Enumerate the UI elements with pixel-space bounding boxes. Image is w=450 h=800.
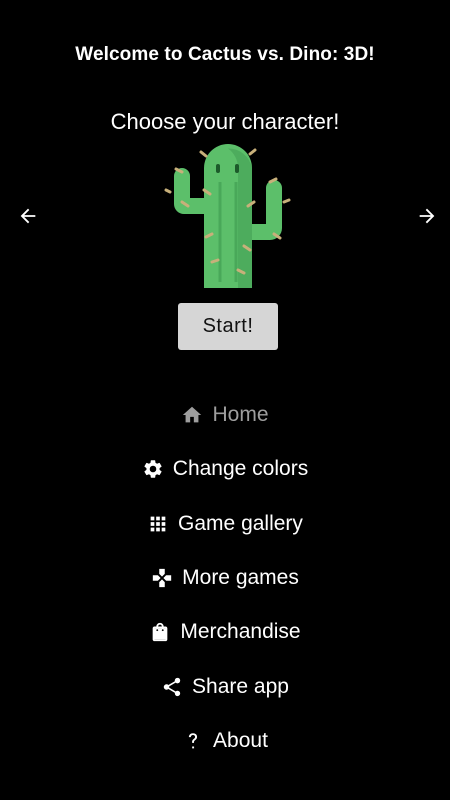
menu-item-more-games[interactable]: More games [0,551,450,605]
arrow-right-icon [419,208,435,224]
menu-label-more-games: More games [182,566,299,590]
menu-label-share-app: Share app [192,674,289,698]
grid-icon [147,513,169,535]
choose-character-label: Choose your character! [110,109,340,134]
prev-character-button[interactable] [12,200,44,232]
menu-label-home: Home [212,403,269,427]
gear-icon [142,458,164,480]
menu-item-change-colors[interactable]: Change colors [0,442,450,496]
cactus-character[interactable] [158,142,298,290]
home-icon [181,404,203,426]
menu-item-game-gallery[interactable]: Game gallery [0,497,450,551]
next-character-button[interactable] [411,200,443,232]
menu-label-about: About [213,728,268,752]
menu-item-about[interactable]: About [0,714,450,768]
gamepad-icon [151,567,173,589]
shopping-bag-icon [149,621,171,643]
question-icon [182,730,204,752]
menu-label-change-colors: Change colors [172,457,309,481]
menu-item-merchandise[interactable]: Merchandise [0,605,450,659]
menu-item-home[interactable]: Home [0,388,450,442]
page-title: Welcome to Cactus vs. Dino: 3D! [75,44,375,65]
start-button[interactable]: Start! [178,303,278,350]
menu-label-merchandise: Merchandise [180,620,301,644]
share-icon [161,676,183,698]
main-menu: Home Change colors Game gallery More gam… [0,388,450,768]
arrow-left-icon [20,208,36,224]
menu-item-share-app[interactable]: Share app [0,659,450,713]
menu-label-game-gallery: Game gallery [178,511,303,535]
